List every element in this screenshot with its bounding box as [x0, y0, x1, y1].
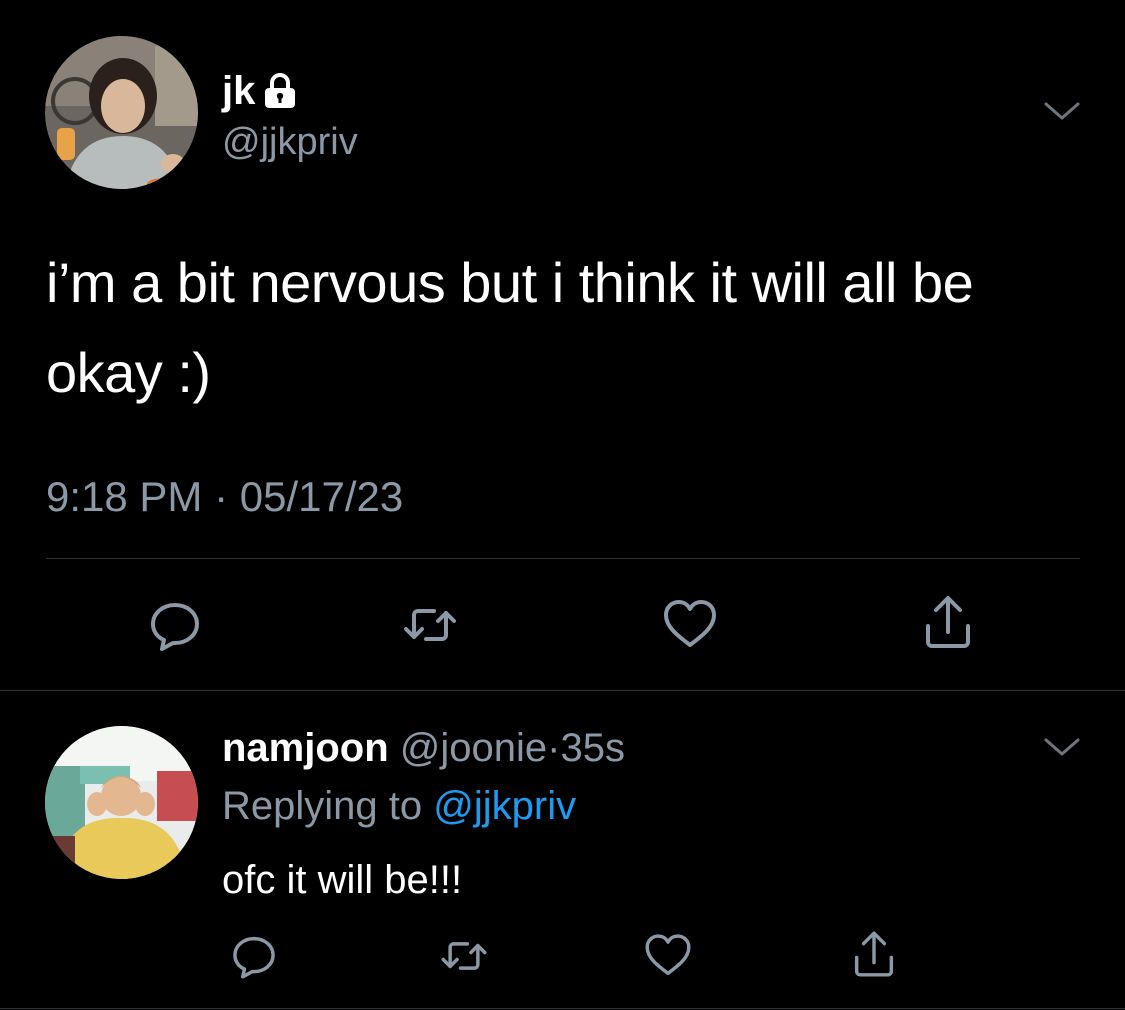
tweet-timestamp[interactable]: 9:18 PM · 05/17/23 — [46, 472, 403, 522]
like-icon[interactable] — [660, 595, 720, 655]
main-handle[interactable]: @jjkpriv — [222, 120, 358, 164]
main-avatar[interactable] — [45, 36, 198, 189]
replying-to-handle-link[interactable]: @jjkpriv — [433, 784, 576, 828]
reply-timestamp[interactable]: 35s — [561, 726, 626, 770]
reply-handle[interactable]: @joonie — [400, 726, 547, 770]
separator-dot: · — [547, 726, 561, 770]
chevron-down-icon[interactable] — [1040, 96, 1084, 126]
divider — [0, 1008, 1125, 1009]
replying-to-label: Replying to — [222, 784, 423, 828]
share-icon[interactable] — [848, 928, 900, 980]
share-icon[interactable] — [918, 592, 978, 652]
reply-display-name[interactable]: namjoon — [222, 726, 389, 770]
reply-icon[interactable] — [145, 595, 205, 655]
lock-icon — [263, 72, 297, 110]
divider — [0, 690, 1125, 691]
divider — [46, 558, 1080, 559]
replying-to: Replying to @jjkpriv — [222, 782, 576, 830]
main-display-name-row[interactable]: jk — [222, 68, 297, 114]
main-display-name[interactable]: jk — [222, 68, 255, 114]
reply-icon[interactable] — [228, 930, 280, 982]
like-icon[interactable] — [642, 930, 694, 982]
reply-text: ofc it will be!!! — [222, 858, 463, 902]
chevron-down-icon[interactable] — [1040, 732, 1084, 762]
reply-avatar[interactable] — [45, 726, 198, 879]
retweet-icon[interactable] — [438, 930, 490, 982]
reply-header: namjoon @joonie·35s — [222, 724, 625, 772]
tweet-text: i’m a bit nervous but i think it will al… — [46, 251, 974, 404]
retweet-icon[interactable] — [400, 595, 460, 655]
